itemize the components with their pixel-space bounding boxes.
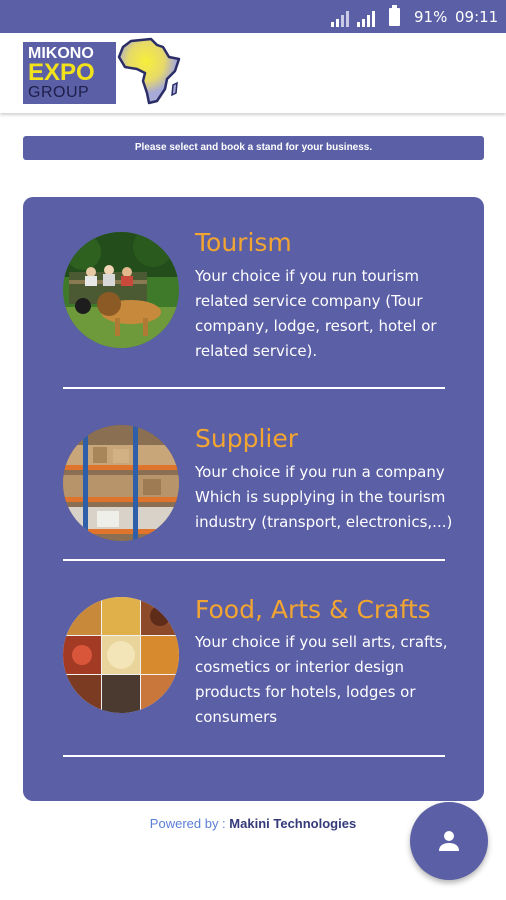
logo[interactable]: MIKONO EXPO GROUP [23, 42, 116, 104]
category-description: Your choice if you run a company Which i… [195, 463, 453, 531]
signal-icon [331, 11, 349, 27]
battery-percent: 91% [414, 8, 448, 26]
warehouse-shelves-photo [63, 425, 179, 541]
divider [63, 559, 445, 561]
category-description: Your choice if you sell arts, crafts, co… [195, 633, 448, 726]
powered-by-label: Powered by : [149, 816, 230, 831]
app-header: MIKONO EXPO GROUP [0, 33, 506, 113]
logo-line-2: EXPO [28, 59, 95, 86]
category-description: Your choice if you run tourism related s… [195, 267, 437, 360]
company-link[interactable]: Makini Technologies [229, 816, 356, 831]
status-bar: 91% 09:11 [0, 0, 506, 33]
clock: 09:11 [455, 8, 499, 26]
divider [63, 755, 445, 757]
category-title: Supplier [195, 424, 299, 453]
category-card: Tourism Your choice if you run tourism r… [23, 197, 484, 801]
divider [63, 387, 445, 389]
africa-map-icon [117, 37, 181, 105]
category-title: Food, Arts & Crafts [195, 595, 431, 624]
safari-lion-photo [63, 232, 179, 348]
person-icon [439, 831, 459, 851]
signal-icon [357, 11, 375, 27]
profile-button[interactable] [410, 802, 488, 880]
food-collage-photo [63, 597, 179, 713]
logo-line-3: GROUP [28, 84, 90, 101]
category-title: Tourism [195, 228, 292, 257]
battery-icon [389, 5, 400, 26]
instruction-banner: Please select and book a stand for your … [23, 136, 484, 160]
